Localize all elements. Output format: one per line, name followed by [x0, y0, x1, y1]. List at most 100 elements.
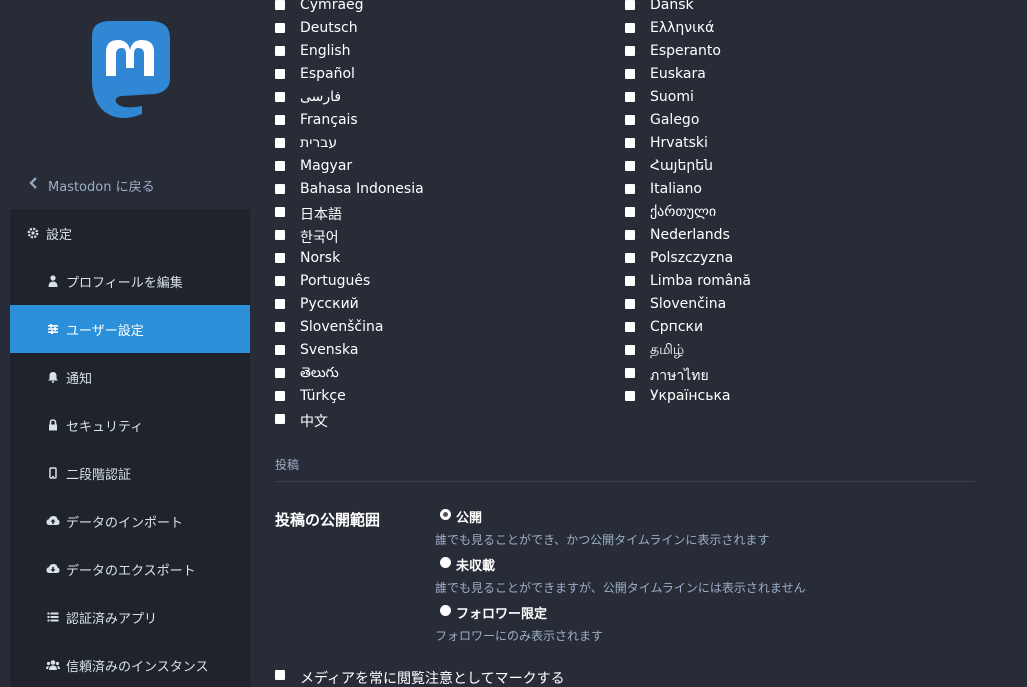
language-checkbox[interactable] — [275, 115, 285, 125]
mark-media-sensitive-label: メディアを常に閲覧注意としてマークする — [300, 671, 565, 687]
language-checkbox[interactable] — [625, 184, 635, 194]
language-label: עברית — [300, 135, 338, 151]
back-label: Mastodon に戻る — [48, 179, 155, 195]
nav-security[interactable]: セキュリティ — [10, 401, 250, 449]
post-privacy-label: 投稿の公開範囲 — [275, 511, 381, 529]
back-to-mastodon-link[interactable]: Mastodon に戻る — [10, 162, 250, 208]
mastodon-logo[interactable] — [80, 18, 180, 122]
nav-export[interactable]: データのエクスポート — [10, 545, 250, 593]
sidebar: Mastodon に戻る 設定 プロフィールを編集 ユーザー設定 通知 セキュリ… — [0, 0, 250, 687]
gear-icon — [26, 226, 40, 240]
language-label: Galego — [650, 112, 700, 128]
radio-unlisted[interactable] — [440, 557, 451, 568]
language-label: Español — [300, 66, 355, 82]
nav-security-label: セキュリティ — [66, 419, 144, 435]
language-label: Norsk — [300, 250, 341, 266]
nav-settings[interactable]: 設定 — [10, 209, 250, 257]
language-label: Esperanto — [650, 43, 721, 59]
language-checkbox[interactable] — [275, 391, 285, 401]
language-checkbox[interactable] — [625, 46, 635, 56]
radio-followers-only[interactable] — [440, 605, 451, 616]
language-checkbox[interactable] — [275, 414, 285, 424]
language-label: Suomi — [650, 89, 694, 105]
language-checkbox[interactable] — [625, 368, 635, 378]
language-checkbox[interactable] — [625, 138, 635, 148]
language-checkbox[interactable] — [275, 345, 285, 355]
language-checkbox[interactable] — [625, 161, 635, 171]
nav-user-preferences[interactable]: ユーザー設定 — [10, 305, 250, 353]
language-checkbox[interactable] — [625, 115, 635, 125]
nav-edit-profile[interactable]: プロフィールを編集 — [10, 257, 250, 305]
language-label: Slovenčina — [650, 296, 727, 312]
language-checkbox[interactable] — [275, 368, 285, 378]
language-checkbox[interactable] — [275, 230, 285, 240]
language-label: తెలుగు — [300, 365, 339, 381]
nav-user-preferences-label: ユーザー設定 — [66, 323, 144, 339]
language-checkbox[interactable] — [275, 207, 285, 217]
privacy-option-label: フォロワー限定 — [456, 607, 548, 622]
settings-nav: 設定 プロフィールを編集 ユーザー設定 通知 セキュリティ 二段階認証 データの… — [10, 209, 250, 687]
nav-edit-profile-label: プロフィールを編集 — [66, 275, 183, 291]
main-content: Cymraeg Deutsch English Español فارسی Fr… — [250, 0, 1027, 687]
nav-two-factor[interactable]: 二段階認証 — [10, 449, 250, 497]
language-checkbox[interactable] — [625, 299, 635, 309]
bell-icon — [46, 370, 60, 384]
language-checkbox[interactable] — [275, 23, 285, 33]
list-icon — [46, 610, 60, 624]
nav-trusted-instances[interactable]: 信頼済みのインスタンス — [10, 641, 250, 687]
privacy-option-label: 公開 — [456, 511, 483, 526]
language-checkbox[interactable] — [625, 253, 635, 263]
language-label: Hrvatski — [650, 135, 708, 151]
mark-media-sensitive-checkbox[interactable] — [275, 670, 285, 680]
language-label: 日本語 — [300, 207, 342, 223]
language-label: Հայերեն — [650, 158, 713, 174]
language-label: English — [300, 43, 351, 59]
language-checkbox[interactable] — [275, 161, 285, 171]
language-checkbox[interactable] — [625, 0, 635, 10]
language-checkbox[interactable] — [275, 46, 285, 56]
language-checkbox[interactable] — [625, 322, 635, 332]
language-checkbox[interactable] — [625, 92, 635, 102]
language-label: Cymraeg — [300, 0, 364, 13]
language-checkbox[interactable] — [625, 345, 635, 355]
privacy-option-hint: 誰でも見ることができ、かつ公開タイムラインに表示されます — [435, 533, 770, 547]
mobile-icon — [46, 466, 60, 480]
nav-authorized-apps[interactable]: 認証済みアプリ — [10, 593, 250, 641]
language-label: Italiano — [650, 181, 702, 197]
radio-public[interactable] — [440, 509, 451, 520]
language-checkbox[interactable] — [275, 253, 285, 263]
language-label: 中文 — [300, 414, 328, 430]
language-checkbox[interactable] — [275, 322, 285, 332]
language-checkbox[interactable] — [275, 138, 285, 148]
settings-page: Mastodon に戻る 設定 プロフィールを編集 ユーザー設定 通知 セキュリ… — [0, 0, 1027, 687]
privacy-option-hint: 誰でも見ることができますが、公開タイムラインには表示されません — [435, 581, 806, 595]
chevron-left-icon — [28, 177, 42, 193]
language-checkbox[interactable] — [275, 69, 285, 79]
privacy-option-label: 未収載 — [456, 559, 496, 574]
nav-import-label: データのインポート — [66, 515, 184, 531]
language-label: Ελληνικά — [650, 20, 715, 36]
language-checkbox[interactable] — [275, 92, 285, 102]
language-checkbox[interactable] — [275, 0, 285, 10]
language-label: 한국어 — [300, 230, 339, 246]
language-label: Português — [300, 273, 371, 289]
language-checkbox[interactable] — [625, 23, 635, 33]
sliders-icon — [46, 322, 60, 336]
nav-import[interactable]: データのインポート — [10, 497, 250, 545]
language-checkbox[interactable] — [625, 230, 635, 240]
nav-notifications[interactable]: 通知 — [10, 353, 250, 401]
nav-settings-label: 設定 — [46, 227, 73, 243]
language-checkbox[interactable] — [625, 207, 635, 217]
language-checkbox[interactable] — [625, 276, 635, 286]
language-checkbox[interactable] — [275, 299, 285, 309]
user-icon — [46, 274, 60, 288]
posting-section-title: 投稿 — [275, 458, 300, 472]
language-label: فارسی — [300, 89, 342, 105]
language-checkbox[interactable] — [275, 276, 285, 286]
language-label: Русский — [300, 296, 359, 312]
language-checkbox[interactable] — [625, 69, 635, 79]
language-checkbox[interactable] — [275, 184, 285, 194]
language-checkbox[interactable] — [625, 391, 635, 401]
nav-two-factor-label: 二段階認証 — [66, 467, 132, 483]
language-label: Bahasa Indonesia — [300, 181, 424, 197]
